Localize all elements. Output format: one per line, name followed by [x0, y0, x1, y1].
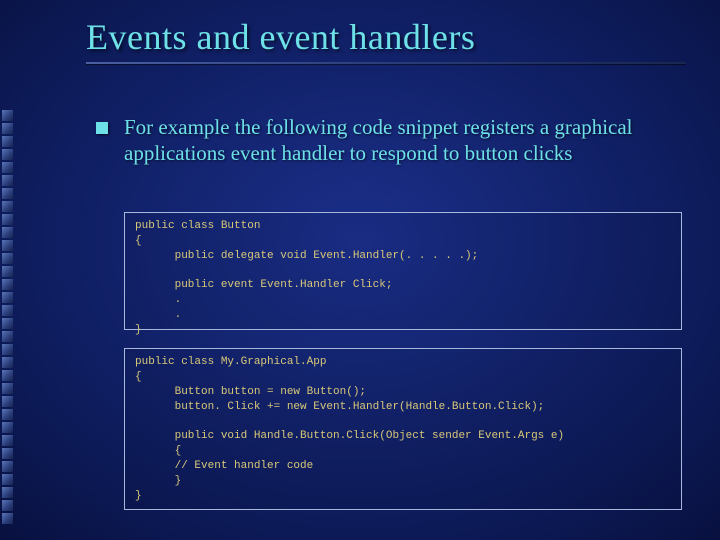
- decor-square: [2, 435, 13, 446]
- decor-square: [2, 188, 13, 199]
- bullet-icon: [96, 122, 108, 134]
- decor-square: [2, 500, 13, 511]
- decor-square: [2, 149, 13, 160]
- decor-square: [2, 487, 13, 498]
- title-underline: [86, 62, 686, 64]
- decor-square: [2, 513, 13, 524]
- decor-square: [2, 240, 13, 251]
- decor-square: [2, 461, 13, 472]
- decor-square: [2, 396, 13, 407]
- decor-square: [2, 305, 13, 316]
- decor-square: [2, 448, 13, 459]
- slide-title: Events and event handlers: [86, 16, 475, 58]
- code-block-1: public class Button { public delegate vo…: [124, 212, 682, 330]
- decor-square: [2, 383, 13, 394]
- decor-square: [2, 123, 13, 134]
- decor-square: [2, 227, 13, 238]
- decor-square: [2, 344, 13, 355]
- decor-square: [2, 409, 13, 420]
- decor-square: [2, 162, 13, 173]
- decor-square: [2, 318, 13, 329]
- decor-column: [0, 110, 18, 524]
- decor-square: [2, 370, 13, 381]
- decor-square: [2, 136, 13, 147]
- decor-square: [2, 175, 13, 186]
- decor-square: [2, 201, 13, 212]
- decor-square: [2, 422, 13, 433]
- decor-square: [2, 279, 13, 290]
- code-block-2: public class My.Graphical.App { Button b…: [124, 348, 682, 510]
- body-text: For example the following code snippet r…: [124, 114, 674, 167]
- decor-square: [2, 292, 13, 303]
- decor-square: [2, 253, 13, 264]
- decor-square: [2, 474, 13, 485]
- decor-square: [2, 214, 13, 225]
- decor-square: [2, 357, 13, 368]
- decor-square: [2, 110, 13, 121]
- decor-square: [2, 331, 13, 342]
- decor-square: [2, 266, 13, 277]
